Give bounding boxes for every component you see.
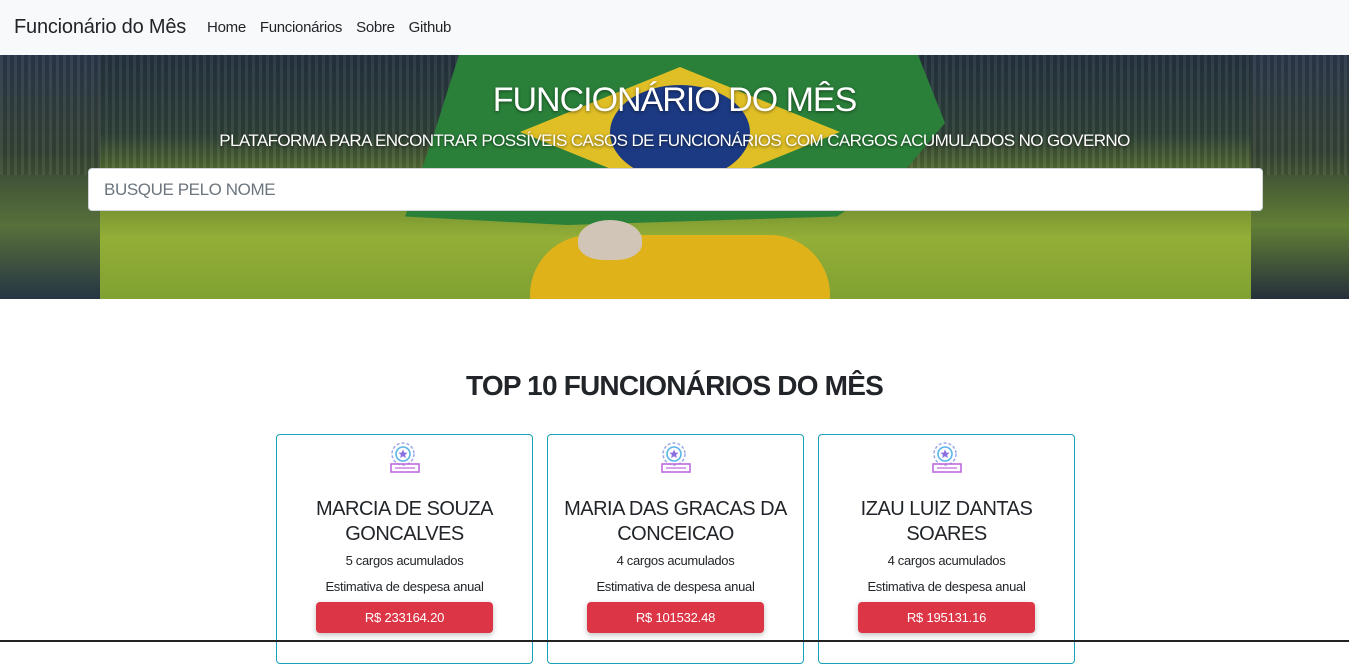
nav-link-funcionarios[interactable]: Funcionários: [260, 19, 343, 36]
employee-name: IZAU LUIZ DANTAS SOARES: [829, 497, 1064, 547]
employee-card[interactable]: IZAU LUIZ DANTAS SOARES 4 cargos acumula…: [818, 434, 1075, 664]
employee-name: MARIA DAS GRACAS DA CONCEICAO: [558, 497, 793, 547]
medal-award-icon: [932, 442, 962, 473]
hero-subtitle: PLATAFORMA PARA ENCONTRAR POSSÍVEIS CASO…: [219, 131, 1130, 150]
employee-name-line1: IZAU LUIZ DANTAS: [860, 498, 1033, 520]
hero-title: FUNCIONÁRIO DO MÊS: [492, 81, 858, 119]
medal-award-icon: [661, 442, 691, 473]
medal-award-icon: [390, 442, 420, 473]
employee-name-line2: CONCEICAO: [617, 523, 734, 545]
hero-banner: FUNCIONÁRIO DO MÊS PLATAFORMA PARA ENCON…: [0, 55, 1349, 299]
employee-name-line2: GONCALVES: [345, 523, 464, 545]
search-input[interactable]: [88, 168, 1263, 211]
brand-link[interactable]: Funcionário do Mês: [14, 16, 186, 39]
amount-button[interactable]: R$ 101532.48: [587, 602, 764, 633]
positions-count: 4 cargos acumulados: [887, 553, 1006, 568]
amount-button[interactable]: R$ 233164.20: [316, 602, 493, 633]
employee-card[interactable]: MARIA DAS GRACAS DA CONCEICAO 4 cargos a…: [547, 434, 804, 664]
positions-count: 4 cargos acumulados: [616, 553, 735, 568]
employee-name-line2: SOARES: [906, 523, 987, 545]
top-navbar: Funcionário do Mês Home Funcionários Sob…: [0, 0, 1349, 55]
estimate-label: Estimativa de despesa anual: [867, 579, 1026, 594]
nav-link-sobre[interactable]: Sobre: [356, 19, 395, 36]
nav-link-home[interactable]: Home: [207, 19, 246, 36]
employee-name-line1: MARCIA DE SOUZA: [316, 498, 493, 520]
estimate-label: Estimativa de despesa anual: [325, 579, 484, 594]
positions-count: 5 cargos acumulados: [345, 553, 464, 568]
estimate-label: Estimativa de despesa anual: [596, 579, 755, 594]
employee-name: MARCIA DE SOUZA GONCALVES: [287, 497, 522, 547]
employee-card[interactable]: MARCIA DE SOUZA GONCALVES 5 cargos acumu…: [276, 434, 533, 664]
employee-name-line1: MARIA DAS GRACAS DA: [564, 498, 787, 520]
amount-button[interactable]: R$ 195131.16: [858, 602, 1035, 633]
nav-link-github[interactable]: Github: [409, 19, 452, 36]
section-title: TOP 10 FUNCIONÁRIOS DO MÊS: [466, 370, 884, 401]
